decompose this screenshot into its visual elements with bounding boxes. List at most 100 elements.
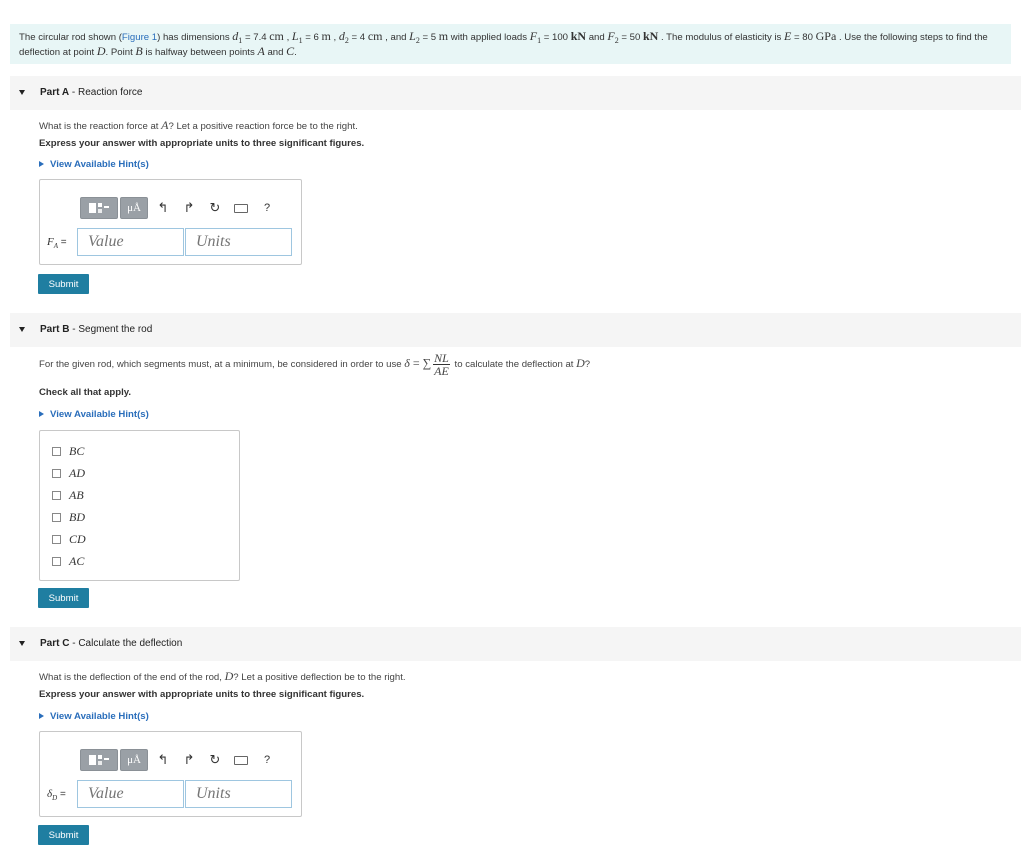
intro-text: ) has dimensions [157, 32, 233, 43]
part-label: Part C [40, 638, 70, 649]
value-input[interactable] [77, 228, 184, 256]
option-label: BC [69, 443, 85, 458]
part-c-header[interactable]: Part C - Calculate the deflection [10, 627, 1021, 661]
checkbox[interactable] [52, 446, 61, 456]
part-title: - Calculate the deflection [69, 638, 183, 649]
checkbox[interactable] [52, 556, 61, 566]
checkbox[interactable] [52, 512, 61, 522]
part-a-instructions: Express your answer with appropriate uni… [39, 138, 365, 149]
figure-link[interactable]: Figure 1 [122, 32, 157, 43]
option-bd[interactable]: BD [52, 510, 85, 524]
keyboard-icon[interactable] [228, 753, 254, 768]
symbols-icon[interactable]: μÅ [120, 749, 148, 771]
question-text: to calculate the deflection at [451, 359, 577, 371]
checkbox[interactable] [52, 468, 61, 478]
intro-text: The circular rod shown ( [19, 32, 122, 43]
redo-icon[interactable]: ↱ [176, 200, 202, 216]
option-cd[interactable]: CD [52, 532, 86, 546]
unit: GPa [815, 29, 837, 43]
part-b-question: For the given rod, which segments must, … [39, 352, 590, 377]
part-title: - Reaction force [69, 87, 143, 98]
unit: m [321, 29, 331, 43]
intro-text: = 80 [791, 32, 816, 43]
option-label: AC [69, 553, 85, 568]
intro-text: , [330, 32, 339, 43]
unit: kN [643, 29, 659, 43]
symbols-icon[interactable]: μÅ [120, 197, 148, 219]
part-a-submit-button[interactable]: Submit [38, 274, 89, 294]
templates-icon[interactable] [80, 749, 118, 771]
variable-label: δD = [47, 788, 66, 802]
intro-text: = 6 [302, 32, 322, 43]
problem-statement: The circular rod shown (Figure 1) has di… [10, 24, 1011, 64]
units-input[interactable] [185, 780, 292, 808]
unit: cm [269, 29, 284, 43]
question-text: ? [584, 359, 591, 371]
option-ac[interactable]: AC [52, 554, 84, 568]
math-toolbar: μÅ ↰ ↱ ↻ ? [80, 196, 280, 220]
question-text: What is the deflection of the end of the… [39, 672, 225, 683]
symbol: L [409, 29, 416, 43]
denominator: AE [434, 364, 449, 378]
checkbox[interactable] [52, 490, 61, 500]
option-ab[interactable]: AB [52, 488, 84, 502]
undo-icon[interactable]: ↰ [150, 752, 176, 768]
templates-icon[interactable] [80, 197, 118, 219]
part-a-question: What is the reaction force at A? Let a p… [39, 118, 358, 133]
intro-text: and [264, 46, 287, 58]
part-label: Part B [40, 324, 70, 335]
part-b-header[interactable]: Part B - Segment the rod [10, 313, 1021, 347]
symbol: B [135, 43, 143, 58]
part-b-options-box: BC AD AB BD CD AC [39, 430, 240, 581]
help-icon[interactable]: ? [254, 754, 280, 766]
intro-text: = 4 [348, 32, 368, 43]
intro-text: = 100 [541, 32, 571, 43]
option-label: BD [69, 509, 85, 524]
intro-text: = 7.4 [242, 32, 270, 43]
option-bc[interactable]: BC [52, 444, 84, 458]
part-a-hint-link[interactable]: View Available Hint(s) [39, 159, 149, 170]
reset-icon[interactable]: ↻ [202, 200, 228, 216]
math-toolbar: μÅ ↰ ↱ ↻ ? [80, 748, 280, 772]
part-b-instructions: Check all that apply. [39, 387, 132, 398]
expand-triangle-icon [39, 161, 44, 167]
help-icon[interactable]: ? [254, 202, 280, 214]
symbol: F [607, 29, 615, 43]
summation: = ∑ [409, 356, 432, 371]
hint-label: View Available Hint(s) [50, 711, 149, 722]
fraction: NL AE [433, 352, 450, 377]
redo-icon[interactable]: ↱ [176, 752, 202, 768]
part-c-instructions: Express your answer with appropriate uni… [39, 689, 365, 700]
symbol: A [257, 43, 265, 58]
option-ad[interactable]: AD [52, 466, 85, 480]
question-text: ? Let a positive deflection be to the ri… [233, 672, 406, 683]
intro-text: = 5 [419, 32, 439, 43]
symbol: D [224, 669, 234, 683]
unit: cm [367, 29, 383, 43]
part-c-submit-button[interactable]: Submit [38, 825, 89, 845]
part-title: - Segment the rod [69, 324, 153, 335]
checkbox[interactable] [52, 534, 61, 544]
part-c-question: What is the deflection of the end of the… [39, 669, 406, 684]
intro-text: . [294, 46, 297, 58]
expand-triangle-icon [39, 411, 44, 417]
part-c-hint-link[interactable]: View Available Hint(s) [39, 711, 149, 722]
part-b-hint-link[interactable]: View Available Hint(s) [39, 409, 149, 420]
keyboard-icon[interactable] [228, 201, 254, 216]
symbol: C [286, 43, 295, 58]
equals: = [57, 789, 66, 800]
option-label: CD [69, 531, 86, 546]
collapse-triangle-icon [19, 327, 25, 332]
part-label: Part A [40, 87, 70, 98]
intro-text: , and [382, 32, 410, 43]
undo-icon[interactable]: ↰ [150, 200, 176, 216]
part-a-header[interactable]: Part A - Reaction force [10, 76, 1021, 110]
value-input[interactable] [77, 780, 184, 808]
units-input[interactable] [185, 228, 292, 256]
reset-icon[interactable]: ↻ [202, 752, 228, 768]
symbol: F [47, 236, 54, 248]
part-b-submit-button[interactable]: Submit [38, 588, 89, 608]
symbol: D [96, 43, 106, 58]
intro-text: . Use the following steps to find the [836, 32, 988, 43]
intro-text: deflection at point [19, 46, 97, 58]
